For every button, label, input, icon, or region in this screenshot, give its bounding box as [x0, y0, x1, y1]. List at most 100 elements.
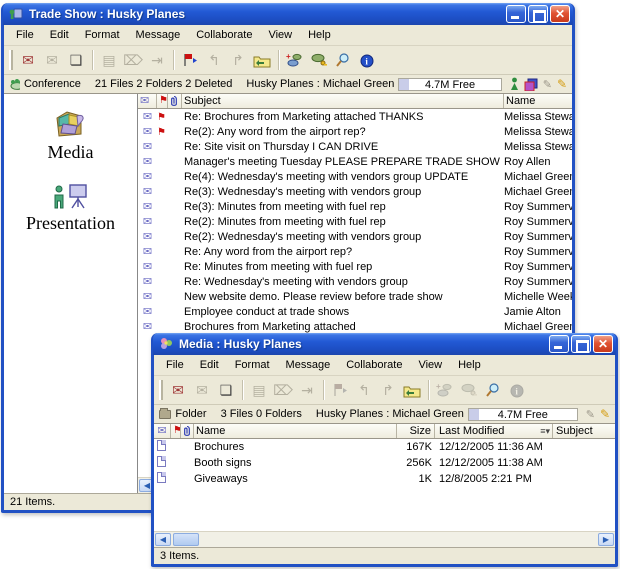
menu-message[interactable]: Message — [128, 27, 189, 43]
search-icon[interactable] — [331, 48, 355, 72]
size-column-header[interactable]: Size — [397, 424, 435, 438]
flag-icon[interactable] — [178, 48, 202, 72]
name-column-header[interactable]: Name — [194, 424, 397, 438]
folder-up-icon[interactable] — [250, 48, 274, 72]
signature-pen-icon[interactable]: ✎ — [557, 77, 567, 91]
menu-edit[interactable]: Edit — [42, 27, 77, 43]
menu-view[interactable]: View — [410, 357, 450, 373]
attachment-column-header[interactable] — [168, 94, 182, 108]
menu-message[interactable]: Message — [278, 357, 339, 373]
menu-file[interactable]: File — [158, 357, 192, 373]
message-row[interactable]: ✉Re(4): Wednesday's meeting with vendors… — [138, 169, 572, 184]
folder-up-icon[interactable] — [400, 378, 424, 402]
menu-view[interactable]: View — [260, 27, 300, 43]
scroll-right-button[interactable]: ▶ — [598, 533, 614, 546]
maximize-button[interactable] — [571, 335, 591, 353]
mark-read-icon[interactable]: ↱ — [226, 48, 250, 72]
message-row[interactable]: ✉⚑Re: Brochures from Marketing attached … — [138, 109, 572, 124]
message-sender: Michelle Weeks — [504, 291, 572, 303]
scrollbar-thumb[interactable] — [173, 533, 199, 546]
minimize-button[interactable] — [506, 5, 526, 23]
permissions-icon[interactable] — [307, 48, 331, 72]
member-icon[interactable] — [510, 77, 519, 91]
pencil-icon[interactable]: ✎ — [543, 78, 552, 91]
document-icon — [157, 472, 166, 483]
file-list: Brochures167K12/12/2005 11:36 AMBooth si… — [154, 439, 615, 531]
message-row[interactable]: ✉Employee conduct at trade showsJamie Al… — [138, 304, 572, 319]
scroll-left-button[interactable]: ◀ — [155, 533, 171, 546]
move-icon[interactable]: ⇥ — [145, 48, 169, 72]
minimize-button[interactable] — [549, 335, 569, 353]
unread-icon[interactable]: ↰ — [202, 48, 226, 72]
menu-help[interactable]: Help — [300, 27, 339, 43]
modified-column-header[interactable]: Last Modified ≡▾ — [435, 424, 553, 438]
layers-icon[interactable] — [524, 78, 538, 91]
name-column-header[interactable]: Name — [504, 94, 572, 108]
menu-edit[interactable]: Edit — [192, 357, 227, 373]
flag-icon[interactable] — [328, 378, 352, 402]
menu-collaborate[interactable]: Collaborate — [188, 27, 260, 43]
file-row[interactable]: Booth signs256K12/12/2005 11:38 AM — [154, 455, 615, 471]
menu-file[interactable]: File — [8, 27, 42, 43]
subject-column-header[interactable]: Subject — [182, 94, 504, 108]
message-row[interactable]: ✉Re(2): Minutes from meeting with fuel r… — [138, 214, 572, 229]
envelope-column-header[interactable]: ✉ — [138, 94, 157, 108]
delete-icon[interactable]: ⌦ — [271, 378, 295, 402]
info-icon[interactable]: i — [355, 48, 379, 72]
sidebar-item-media[interactable]: Media — [48, 108, 94, 163]
move-icon[interactable]: ⇥ — [295, 378, 319, 402]
maximize-button[interactable] — [528, 5, 548, 23]
delete-icon[interactable]: ⌦ — [121, 48, 145, 72]
close-button[interactable] — [593, 335, 613, 353]
properties-icon[interactable]: ▤ — [97, 48, 121, 72]
message-row[interactable]: ✉New website demo. Please review before … — [138, 289, 572, 304]
new-message-icon[interactable]: ✉ — [16, 48, 40, 72]
close-button[interactable] — [550, 5, 570, 23]
add-member-icon[interactable]: + — [433, 378, 457, 402]
signature-pen-icon[interactable]: ✎ — [600, 407, 610, 421]
flag-column-header[interactable]: ⚑ — [171, 424, 181, 438]
flag-column-header[interactable]: ⚑ — [157, 94, 168, 108]
new-document-icon[interactable]: ❏ — [64, 48, 88, 72]
menu-format[interactable]: Format — [227, 357, 278, 373]
search-icon[interactable] — [481, 378, 505, 402]
envelope-column-header[interactable]: ✉ — [154, 424, 171, 438]
unread-icon[interactable]: ↰ — [352, 378, 376, 402]
message-row[interactable]: ✉Re: Minutes from meeting with fuel repR… — [138, 259, 572, 274]
reply-icon[interactable]: ✉ — [40, 48, 64, 72]
new-document-icon[interactable]: ❏ — [214, 378, 238, 402]
add-member-icon[interactable]: + — [283, 48, 307, 72]
message-row[interactable]: ✉Re: Wednesday's meeting with vendors gr… — [138, 274, 572, 289]
message-row[interactable]: ✉Re(2): Wednesday's meeting with vendors… — [138, 229, 572, 244]
file-row[interactable]: Brochures167K12/12/2005 11:36 AM — [154, 439, 615, 455]
message-row[interactable]: ✉⚑Re(2): Any word from the airport rep?M… — [138, 124, 572, 139]
message-row[interactable]: ✉Manager's meeting Tuesday PLEASE PREPAR… — [138, 154, 572, 169]
permissions-icon[interactable] — [457, 378, 481, 402]
toolbar-grip[interactable] — [9, 50, 13, 70]
toolbar-grip[interactable] — [159, 380, 163, 400]
message-row[interactable]: ✉Re: Site visit on Thursday I CAN DRIVEM… — [138, 139, 572, 154]
horizontal-scrollbar[interactable]: ◀ ▶ — [154, 531, 615, 547]
menu-help[interactable]: Help — [450, 357, 489, 373]
subject-column-header[interactable]: Subject — [553, 424, 615, 438]
reply-icon[interactable]: ✉ — [190, 378, 214, 402]
message-row[interactable]: ✉Re(3): Wednesday's meeting with vendors… — [138, 184, 572, 199]
mark-read-icon[interactable]: ↱ — [376, 378, 400, 402]
infobar-account: Husky Planes : Michael Green — [316, 408, 464, 420]
pencil-icon[interactable]: ✎ — [586, 408, 595, 421]
sidebar-item-presentation[interactable]: Presentation — [26, 181, 115, 234]
message-row[interactable]: ✉Brochures from Marketing attachedMichae… — [138, 319, 572, 334]
message-subject: Re(3): Wednesday's meeting with vendors … — [182, 186, 504, 198]
media-titlebar[interactable]: Media : Husky Planes — [153, 333, 616, 355]
new-message-icon[interactable]: ✉ — [166, 378, 190, 402]
menu-format[interactable]: Format — [77, 27, 128, 43]
properties-icon[interactable]: ▤ — [247, 378, 271, 402]
trade-show-titlebar[interactable]: Trade Show : Husky Planes — [3, 3, 573, 25]
info-icon[interactable]: i — [505, 378, 529, 402]
infobar-type: Conference — [24, 78, 81, 90]
file-row[interactable]: Giveaways1K12/8/2005 2:21 PM — [154, 471, 615, 487]
menu-collaborate[interactable]: Collaborate — [338, 357, 410, 373]
attachment-column-header[interactable] — [181, 424, 194, 438]
message-row[interactable]: ✉Re: Any word from the airport rep?Roy S… — [138, 244, 572, 259]
message-row[interactable]: ✉Re(3): Minutes from meeting with fuel r… — [138, 199, 572, 214]
